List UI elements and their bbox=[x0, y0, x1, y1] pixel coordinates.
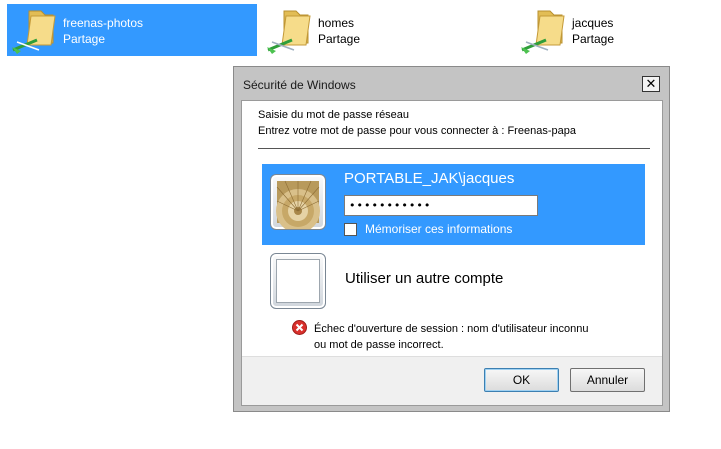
dialog-title: Sécurité de Windows bbox=[243, 78, 356, 92]
selected-account-tile[interactable]: PORTABLE_JAK\jacques Mémoriser ces infor… bbox=[262, 164, 645, 245]
windows-security-dialog: Sécurité de Windows ✕ Saisie du mot de p… bbox=[233, 66, 670, 412]
use-other-account[interactable]: Utiliser un autre compte bbox=[345, 270, 503, 287]
ok-button[interactable]: OK bbox=[484, 368, 559, 392]
dialog-titlebar[interactable]: Sécurité de Windows ✕ bbox=[234, 67, 669, 100]
password-field[interactable] bbox=[344, 195, 538, 216]
error-line: ou mot de passe incorrect. bbox=[314, 339, 444, 351]
share-homes[interactable]: homes Partage bbox=[262, 4, 382, 56]
dialog-subtitle: Saisie du mot de passe réseau bbox=[258, 109, 410, 121]
separator bbox=[258, 148, 650, 149]
remember-checkbox[interactable] bbox=[344, 222, 357, 236]
share-freenas-photos[interactable]: freenas-photos Partage bbox=[7, 4, 257, 56]
close-icon[interactable]: ✕ bbox=[642, 76, 660, 92]
user-avatar-icon bbox=[270, 174, 326, 230]
cancel-button[interactable]: Annuler bbox=[570, 368, 645, 392]
error-line: Échec d'ouverture de session : nom d'uti… bbox=[314, 323, 589, 335]
dialog-instruction: Entrez votre mot de passe pour vous conn… bbox=[258, 125, 576, 137]
share-name: freenas-photos bbox=[63, 16, 144, 30]
share-type: Partage bbox=[572, 32, 615, 46]
share-type: Partage bbox=[63, 32, 106, 46]
remember-credentials[interactable]: Mémoriser ces informations bbox=[344, 222, 512, 236]
remember-label: Mémoriser ces informations bbox=[365, 222, 513, 236]
share-jacques[interactable]: jacques Partage bbox=[516, 4, 636, 56]
share-type: Partage bbox=[318, 32, 361, 46]
account-username: PORTABLE_JAK\jacques bbox=[344, 170, 515, 187]
share-name: jacques bbox=[572, 16, 614, 30]
dialog-body: Saisie du mot de passe réseau Entrez vot… bbox=[241, 100, 663, 406]
share-name: homes bbox=[318, 16, 355, 30]
error-icon bbox=[292, 320, 307, 335]
error-message: Échec d'ouverture de session : nom d'uti… bbox=[314, 321, 588, 353]
network-folder-icon bbox=[7, 4, 63, 56]
network-folder-icon bbox=[516, 4, 572, 56]
network-folder-icon bbox=[262, 4, 318, 56]
dialog-footer: OK Annuler bbox=[242, 356, 662, 405]
blank-avatar-icon[interactable] bbox=[270, 253, 326, 309]
